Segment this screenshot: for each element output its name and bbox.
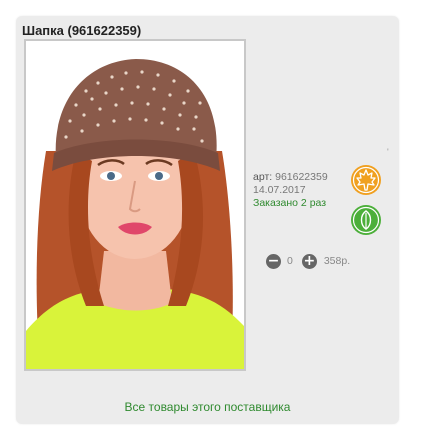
article-line: арт: 961622359 — [253, 171, 328, 184]
supplier-products-link[interactable]: Все товары этого поставщика — [16, 400, 399, 414]
product-date: 14.07.2017 — [253, 184, 306, 196]
ordered-count: Заказано 2 раз — [253, 197, 327, 209]
tick-mark: ' — [387, 147, 389, 157]
product-title: Шапка (961622359) — [22, 23, 142, 38]
quantity-value: 0 — [287, 255, 293, 267]
leaf-icon[interactable] — [350, 204, 382, 236]
minus-circle-icon[interactable]: − — [266, 253, 281, 269]
product-photo[interactable] — [24, 39, 246, 371]
maple-leaf-icon[interactable] — [350, 164, 382, 196]
product-info: арт: 961622359 14.07.2017 Заказано 2 раз — [253, 171, 328, 210]
article-value: 961622359 — [275, 171, 328, 183]
plus-circle-icon[interactable]: + — [301, 253, 317, 269]
article-label: арт: — [253, 171, 273, 183]
price: 358р. — [323, 255, 351, 267]
product-card: Шапка (961622359) ' арт: 961622359 14.07… — [16, 16, 399, 424]
quantity-stepper: − 0 + 358р. — [266, 252, 350, 270]
product-photo-image — [26, 41, 244, 369]
